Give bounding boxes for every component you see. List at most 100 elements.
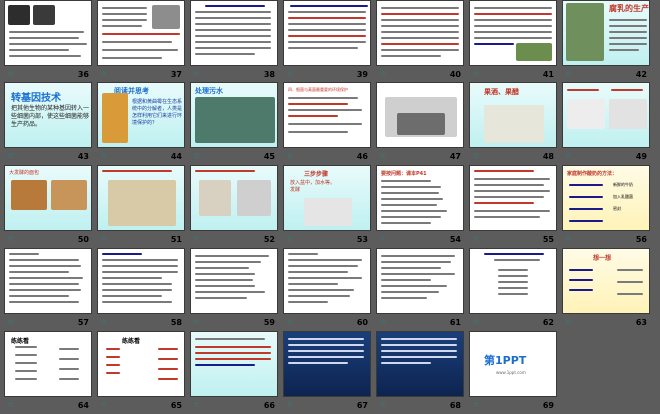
slide-thumbnail-50[interactable]: 大发酵的面包 ☆ 50 bbox=[4, 165, 92, 244]
slide-thumbnail-56[interactable]: 家庭制作酸奶的方法： 新鲜的牛奶 加入乳酸菌 密封 ☆ 56 bbox=[562, 165, 650, 244]
text-line bbox=[195, 352, 271, 354]
text-line bbox=[195, 35, 271, 37]
text-line bbox=[288, 29, 366, 31]
text-line bbox=[288, 344, 364, 346]
slide-number: 52 bbox=[263, 235, 275, 244]
text-line bbox=[59, 358, 79, 360]
ppt-logo: 第1PPT bbox=[484, 354, 527, 367]
text-line bbox=[158, 348, 178, 350]
slide-thumbnail-45[interactable]: 处理污水 ☆ 45 bbox=[190, 82, 278, 161]
slide-thumbnail-61[interactable]: ☆ 61 bbox=[376, 248, 464, 327]
slide-thumbnail-54[interactable]: 要按问题：课本P41 ☆ 54 bbox=[376, 165, 464, 244]
text-line bbox=[474, 19, 552, 21]
text-line bbox=[498, 281, 528, 283]
text-line bbox=[102, 301, 172, 303]
slide-thumbnail-38[interactable]: ☆ 38 bbox=[190, 0, 278, 79]
slide-preview: 处理污水 bbox=[190, 82, 278, 148]
text-line bbox=[9, 259, 79, 261]
slide-transition-icon: ☆ bbox=[565, 317, 573, 326]
slide-thumbnail-58[interactable]: ☆ 58 bbox=[97, 248, 185, 327]
slide-thumbnail-69[interactable]: 第1PPT www.1ppt.com ☆ 69 bbox=[469, 331, 557, 410]
slide-thumbnail-66[interactable]: ☆ 66 bbox=[190, 331, 278, 410]
slide-heading: 四、细菌与真菌最重要的环境保护 bbox=[288, 87, 348, 92]
photo-block bbox=[609, 99, 647, 129]
text-line bbox=[288, 131, 348, 133]
slide-thumbnail-37[interactable]: ☆ 37 bbox=[97, 0, 185, 79]
text-line bbox=[195, 53, 255, 55]
photo-block bbox=[567, 99, 605, 129]
slide-thumbnail-57[interactable]: ☆ 57 bbox=[4, 248, 92, 327]
slide-thumbnail-44[interactable]: 阅读并思考 根据和黄曲霉在生态系统中的分解者，人类是怎样利用它们来进行环境保护的？… bbox=[97, 82, 185, 161]
slide-thumbnail-64[interactable]: 练练看 ☆ 64 bbox=[4, 331, 92, 410]
text-line bbox=[195, 273, 255, 275]
text-line bbox=[381, 55, 441, 57]
text-line bbox=[9, 283, 79, 285]
slide-thumbnail-65[interactable]: 练练看 ☆ 65 bbox=[97, 331, 185, 410]
text-line bbox=[288, 362, 348, 364]
text-line bbox=[288, 259, 362, 261]
slide-thumbnail-62[interactable]: ☆ 62 bbox=[469, 248, 557, 327]
slide-number: 58 bbox=[170, 318, 182, 327]
slide-thumbnail-40[interactable]: ☆ 40 bbox=[376, 0, 464, 79]
photo-block bbox=[51, 180, 87, 210]
slide-body: 把其他生物的某种基因转入一些细菌内部，使这些细菌能够生产药品。 bbox=[11, 105, 90, 128]
step-item: 加入乳酸菌 bbox=[613, 194, 633, 199]
text-line bbox=[288, 23, 366, 25]
text-line bbox=[381, 356, 457, 358]
slide-thumbnail-42[interactable]: 腐乳的生产 ☆ 42 bbox=[562, 0, 650, 79]
slide-thumbnail-53[interactable]: 三步步骤 放入盆中，加水等。 发酵 ☆ 53 bbox=[283, 165, 371, 244]
slide-title: 转基因技术 bbox=[11, 93, 61, 104]
text-line bbox=[381, 210, 447, 212]
slide-caption: 大发酵的面包 bbox=[9, 170, 40, 176]
slide-thumbnail-67[interactable]: ☆ 67 bbox=[283, 331, 371, 410]
text-line bbox=[195, 17, 271, 19]
text-line bbox=[609, 31, 647, 33]
text-line bbox=[288, 47, 358, 49]
text-line bbox=[569, 220, 603, 222]
slide-title: 家庭制作酸奶的方法： bbox=[567, 171, 618, 177]
slide-thumbnail-51[interactable]: ☆ 51 bbox=[97, 165, 185, 244]
slide-thumbnail-43[interactable]: 转基因技术 把其他生物的某种基因转入一些细菌内部，使这些细菌能够生产药品。 ☆ 43 bbox=[4, 82, 92, 161]
slide-thumbnail-68[interactable]: ☆ 68 bbox=[376, 331, 464, 410]
slide-preview: 要按问题：课本P41 bbox=[376, 165, 464, 231]
text-line bbox=[288, 338, 364, 340]
slide-sorter-grid: ☆ 36 ☆ 37 ☆ 38 ☆ 39 ☆ 40 ☆ 41 腐乳的生产 ☆ 42 转基因技术 把其他生物的某种基… bbox=[0, 0, 660, 414]
slide-transition-icon: ☆ bbox=[472, 400, 480, 409]
slide-thumbnail-41[interactable]: ☆ 41 bbox=[469, 0, 557, 79]
text-line bbox=[569, 208, 603, 210]
text-line bbox=[569, 269, 593, 271]
text-line bbox=[474, 210, 550, 212]
slide-preview bbox=[469, 0, 557, 66]
text-line bbox=[288, 350, 364, 352]
text-line bbox=[195, 279, 253, 281]
slide-thumbnail-60[interactable]: ☆ 60 bbox=[283, 248, 371, 327]
photo-block bbox=[484, 105, 544, 143]
text-line bbox=[288, 277, 362, 279]
slide-thumbnail-49[interactable]: ☆ 49 bbox=[562, 82, 650, 161]
slide-transition-icon: ☆ bbox=[193, 234, 201, 243]
slide-thumbnail-63[interactable]: 想一想 ☆ 63 bbox=[562, 248, 650, 327]
slide-thumbnail-36[interactable]: ☆ 36 bbox=[4, 0, 92, 79]
photo-block bbox=[304, 198, 352, 226]
slide-thumbnail-47[interactable]: ☆ 47 bbox=[376, 82, 464, 161]
slide-transition-icon: ☆ bbox=[7, 317, 15, 326]
slide-preview bbox=[283, 0, 371, 66]
slide-preview bbox=[469, 248, 557, 314]
text-line bbox=[102, 265, 178, 267]
text-line bbox=[106, 356, 120, 358]
slide-title: 果酒、果醋 bbox=[484, 88, 519, 96]
slide-number: 49 bbox=[635, 152, 647, 161]
text-line bbox=[381, 291, 439, 293]
portrait-photo bbox=[152, 5, 180, 29]
text-line bbox=[102, 25, 142, 27]
slide-thumbnail-39[interactable]: ☆ 39 bbox=[283, 0, 371, 79]
slide-thumbnail-59[interactable]: ☆ 59 bbox=[190, 248, 278, 327]
slide-thumbnail-55[interactable]: ☆ 55 bbox=[469, 165, 557, 244]
slide-thumbnail-52[interactable]: ☆ 52 bbox=[190, 165, 278, 244]
slide-transition-icon: ☆ bbox=[286, 69, 294, 78]
logo-url: www.1ppt.com bbox=[496, 370, 526, 375]
slide-thumbnail-48[interactable]: 果酒、果醋 ☆ 48 bbox=[469, 82, 557, 161]
photo-block bbox=[8, 5, 30, 25]
slide-thumbnail-46[interactable]: 四、细菌与真菌最重要的环境保护 ☆ 46 bbox=[283, 82, 371, 161]
text-line bbox=[59, 378, 79, 380]
